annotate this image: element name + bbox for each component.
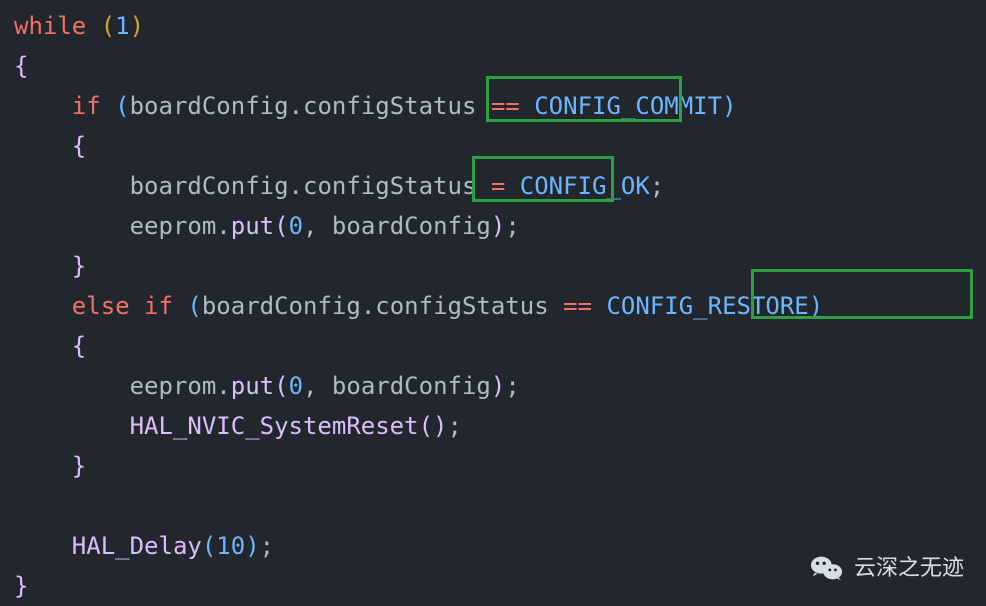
- paren-open: (: [115, 92, 129, 120]
- identifier-boardconfig: boardConfig: [332, 372, 491, 400]
- identifier-boardconfig: boardConfig: [130, 92, 289, 120]
- literal-1: 1: [115, 12, 129, 40]
- literal-0: 0: [289, 372, 303, 400]
- paren-close: ): [809, 292, 823, 320]
- paren-open: (: [419, 412, 433, 440]
- identifier-configstatus: configStatus: [303, 172, 476, 200]
- identifier-eeprom: eeprom: [130, 372, 217, 400]
- identifier-boardconfig: boardConfig: [130, 172, 289, 200]
- const-config-ok: CONFIG_OK: [520, 172, 650, 200]
- func-hal-nvic-systemreset: HAL_NVIC_SystemReset: [130, 412, 419, 440]
- identifier-configstatus: configStatus: [375, 292, 548, 320]
- keyword-while: while: [14, 12, 86, 40]
- paren-close: ): [491, 372, 505, 400]
- func-hal-delay: HAL_Delay: [72, 532, 202, 560]
- keyword-if: if: [144, 292, 173, 320]
- paren-open: (: [202, 532, 216, 560]
- const-config-restore: CONFIG_RESTORE: [606, 292, 808, 320]
- paren-open: (: [274, 212, 288, 240]
- paren-open: (: [187, 292, 201, 320]
- paren-close: ): [130, 12, 144, 40]
- paren-open: (: [274, 372, 288, 400]
- watermark-text: 云深之无迹: [854, 548, 964, 588]
- brace-close: }: [72, 252, 86, 280]
- paren-open: (: [101, 12, 115, 40]
- brace-open: {: [72, 132, 86, 160]
- paren-close: ): [433, 412, 447, 440]
- identifier-boardconfig: boardConfig: [202, 292, 361, 320]
- identifier-configstatus: configStatus: [303, 92, 476, 120]
- paren-close: ): [491, 212, 505, 240]
- op-assign: =: [491, 172, 505, 200]
- brace-open: {: [72, 332, 86, 360]
- paren-close: ): [722, 92, 736, 120]
- identifier-eeprom: eeprom: [130, 212, 217, 240]
- keyword-if: if: [72, 92, 101, 120]
- op-eq: ==: [491, 92, 520, 120]
- keyword-else: else: [72, 292, 130, 320]
- func-put: put: [231, 372, 274, 400]
- literal-0: 0: [289, 212, 303, 240]
- literal-10: 10: [216, 532, 245, 560]
- const-config-commit: CONFIG_COMMIT: [534, 92, 722, 120]
- brace-close: }: [14, 572, 28, 600]
- op-eq: ==: [563, 292, 592, 320]
- wechat-icon: [810, 551, 844, 585]
- brace-open: {: [14, 52, 28, 80]
- paren-close: ): [245, 532, 259, 560]
- brace-close: }: [72, 452, 86, 480]
- watermark: 云深之无迹: [810, 548, 964, 588]
- func-put: put: [231, 212, 274, 240]
- code-block: while (1) { if (boardConfig.configStatus…: [0, 0, 986, 606]
- identifier-boardconfig: boardConfig: [332, 212, 491, 240]
